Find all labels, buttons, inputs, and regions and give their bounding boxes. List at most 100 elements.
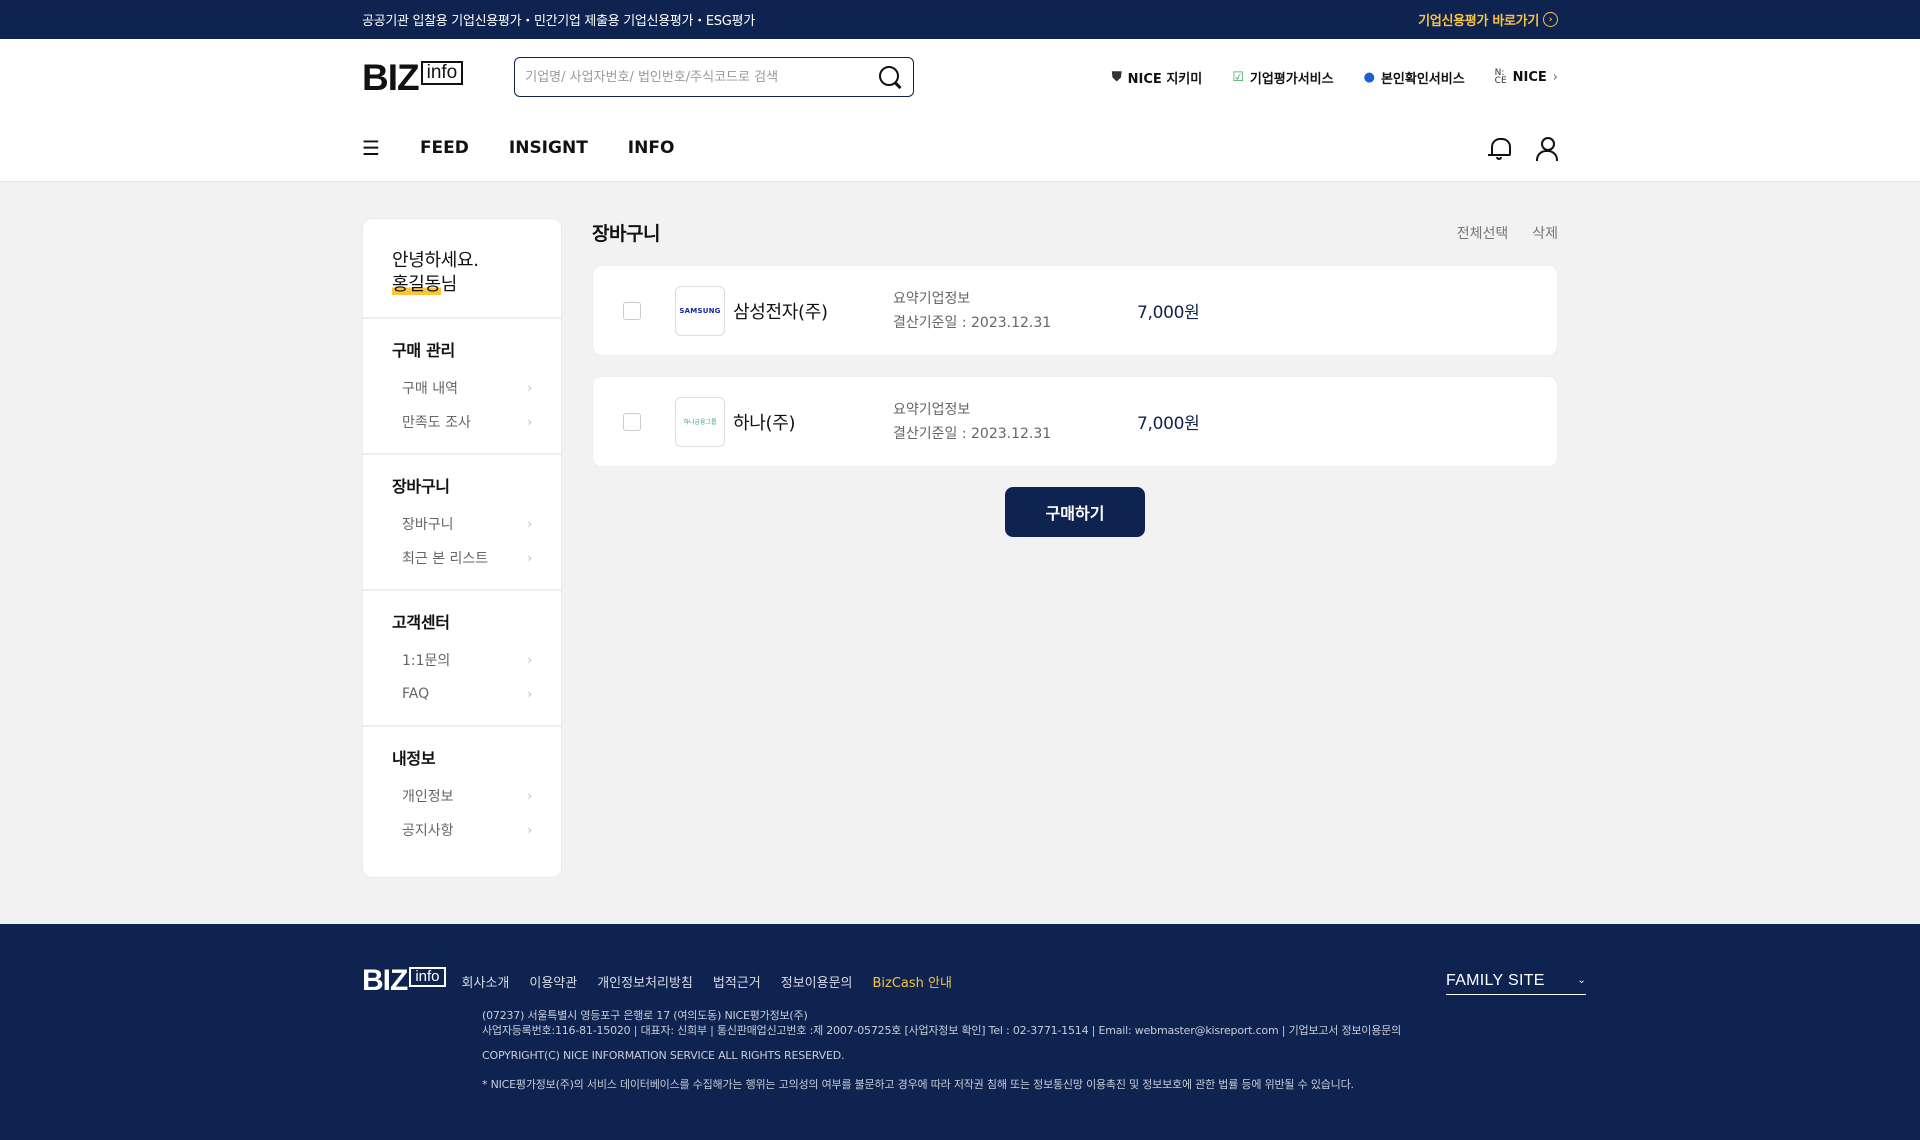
sidebar-item-recently-viewed[interactable]: 최근 본 리스트 › [392,541,532,575]
product-info: 요약기업정보 결산기준일 : 2023.12.31 [893,398,1137,446]
cart-item: SAMSUNG 삼성전자(주) 요약기업정보 결산기준일 : 2023.12.3… [592,265,1558,356]
copyright: COPYRIGHT(C) NICE INFORMATION SERVICE AL… [482,1049,845,1062]
company-name: 삼성전자(주) [733,301,828,323]
chevron-right-icon: › [1552,69,1558,85]
chevron-right-icon: › [527,517,532,531]
sidebar-group-title: 구매 관리 [392,341,455,360]
company-address: (07237) 서울특별시 영등포구 은행로 17 (여의도동) NICE평가정… [482,1009,808,1022]
announcement-text: 공공기관 입찰용 기업신용평가・민간기업 제출용 기업신용평가・ESG평가 [362,14,755,29]
page-content: 안녕하세요. 홍길동님 구매 관리 구매 내역 › 만족도 조사 › 장바구니 장바… [0,182,1920,924]
chevron-right-icon: › [527,551,532,565]
footer-link-about[interactable]: 회사소개 [462,972,510,991]
logo-info-text: info [420,61,464,85]
util-label: 기업평가서비스 [1249,71,1334,87]
logo-info-text: info [409,967,446,987]
item-checkbox[interactable] [623,301,641,320]
cart-section: 장바구니 전체선택 삭제 SAMSUNG 삼성전자(주) 요약기업정보 결산기준… [592,218,1558,878]
cart-item: 하나금융그룹 하나(주) 요약기업정보 결산기준일 : 2023.12.31 7… [592,376,1558,467]
chevron-right-icon: › [527,823,532,837]
logo-biz-text: BIZ [362,56,420,98]
company-logo: 하나금융그룹 [675,396,725,447]
utility-links: ⛊ NICE 지키미 ☑ 기업평가서비스 ● 본인확인서비스 N: CE NICE… [1112,68,1558,87]
bell-icon[interactable] [1488,136,1511,160]
settlement-date: 결산기준일 : 2023.12.31 [893,425,1052,442]
sidebar-item-purchase-history[interactable]: 구매 내역 › [392,371,532,405]
sidebar-item-faq[interactable]: FAQ › [392,677,532,711]
search-box [514,57,915,97]
product-title: 요약기업정보 [893,401,971,418]
hana-logo-text: 하나금융그룹 [683,419,717,426]
user-name: 홍길동 [392,274,441,295]
item-price: 7,000원 [1137,303,1200,323]
identity-verification-link[interactable]: ● 본인확인서비스 [1364,68,1465,87]
top-announcement-bar: 공공기관 입찰용 기업신용평가・민간기업 제출용 기업신용평가・ESG평가 기업… [0,0,1920,39]
footer-link-legal[interactable]: 법적근거 [713,972,761,991]
bizinfo-logo[interactable]: BIZ info [362,56,464,98]
mypage-sidebar: 안녕하세요. 홍길동님 구매 관리 구매 내역 › 만족도 조사 › 장바구니 장바… [362,218,562,878]
chevron-right-icon: › [527,687,532,701]
family-site-label: FAMILY SITE [1446,971,1545,989]
footer-link-info-inquiry[interactable]: 정보이용문의 [781,972,853,991]
business-info: 사업자등록번호:116-81-15020 | 대표자: 신희부 | 통신판매업신… [482,1024,1401,1037]
sidebar-item-label: 최근 본 리스트 [402,551,489,567]
credit-rating-quick-link[interactable]: 기업신용평가 바로가기 › [1418,10,1558,29]
main-nav: FEED INSIGNT INFO [420,138,674,158]
footer-link-privacy[interactable]: 개인정보처리방침 [597,972,693,991]
chevron-right-icon: › [527,789,532,803]
user-icon[interactable] [1536,136,1558,161]
util-label: NICE 지키미 [1127,71,1203,87]
sidebar-group-support: 고객센터 1:1문의 › FAQ › [363,591,561,727]
sidebar-item-personal-info[interactable]: 개인정보 › [392,779,532,813]
footer-link-bizcash[interactable]: BizCash 안내 [873,972,952,991]
company-info: (07237) 서울특별시 영등포구 은행로 17 (여의도동) NICE평가정… [482,1008,1558,1092]
settlement-date: 결산기준일 : 2023.12.31 [893,314,1052,331]
product-title: 요약기업정보 [893,290,971,307]
select-all-button[interactable]: 전체선택 [1457,223,1509,243]
nav-info[interactable]: INFO [628,138,675,158]
greeting: 안녕하세요. 홍길동님 [363,219,561,319]
company-rating-service-link[interactable]: ☑ 기업평가서비스 [1232,68,1333,87]
logo-biz-text: BIZ [362,964,408,997]
sidebar-group-cart: 장바구니 장바구니 › 최근 본 리스트 › [363,455,561,591]
site-header: BIZ info ⛊ NICE 지키미 ☑ 기업평가서비스 ● 본인확인서비스 [0,39,1920,182]
person-icon: ● [1363,69,1375,85]
page-title: 장바구니 [592,223,660,245]
chevron-down-icon: ⌄ [1577,975,1586,986]
nice-link[interactable]: N: CE NICE › [1494,68,1558,86]
chevron-right-icon: › [527,653,532,667]
company-name: 하나(주) [733,412,796,434]
family-site-select[interactable]: FAMILY SITE ⌄ [1446,967,1586,995]
purchase-button[interactable]: 구매하기 [1005,487,1145,537]
chevron-right-icon: › [527,381,532,395]
product-info: 요약기업정보 결산기준일 : 2023.12.31 [893,287,1137,335]
nav-feed[interactable]: FEED [420,138,469,158]
greeting-text: 안녕하세요. [392,250,479,271]
item-checkbox[interactable] [623,412,641,431]
footer-link-terms[interactable]: 이용약관 [529,972,577,991]
nice-icon: N: CE [1494,68,1507,86]
hamburger-menu-icon[interactable]: ☰ [362,136,380,160]
footer-logo[interactable]: BIZ info [362,961,446,1001]
search-input[interactable] [525,69,878,85]
sidebar-item-notices[interactable]: 공지사항 › [392,813,532,847]
sidebar-item-satisfaction-survey[interactable]: 만족도 조사 › [392,405,532,439]
sidebar-item-inquiry[interactable]: 1:1문의 › [392,643,532,677]
delete-button[interactable]: 삭제 [1532,223,1558,243]
footer-links: 회사소개 이용약관 개인정보처리방침 법적근거 정보이용문의 BizCash 안… [462,972,952,991]
sidebar-item-label: 공지사항 [402,823,454,839]
samsung-logo-text: SAMSUNG [679,306,721,315]
nav-insignt[interactable]: INSIGNT [509,138,588,158]
shield-icon: ⛊ [1111,69,1122,85]
site-footer: BIZ info 회사소개 이용약관 개인정보처리방침 법적근거 정보이용문의 … [0,924,1920,1140]
sidebar-item-cart[interactable]: 장바구니 › [392,507,532,541]
sidebar-group-purchase: 구매 관리 구매 내역 › 만족도 조사 › [363,319,561,455]
sidebar-group-title: 내정보 [392,749,436,768]
sidebar-item-label: 장바구니 [402,517,454,533]
check-icon: ☑ [1232,69,1244,85]
sidebar-item-label: 개인정보 [402,789,454,805]
search-icon[interactable] [877,64,903,90]
sidebar-group-myinfo: 내정보 개인정보 › 공지사항 › [363,727,561,861]
sidebar-group-title: 장바구니 [392,477,450,496]
nice-jikimi-link[interactable]: ⛊ NICE 지키미 [1112,68,1202,87]
company-logo: SAMSUNG [675,285,725,336]
